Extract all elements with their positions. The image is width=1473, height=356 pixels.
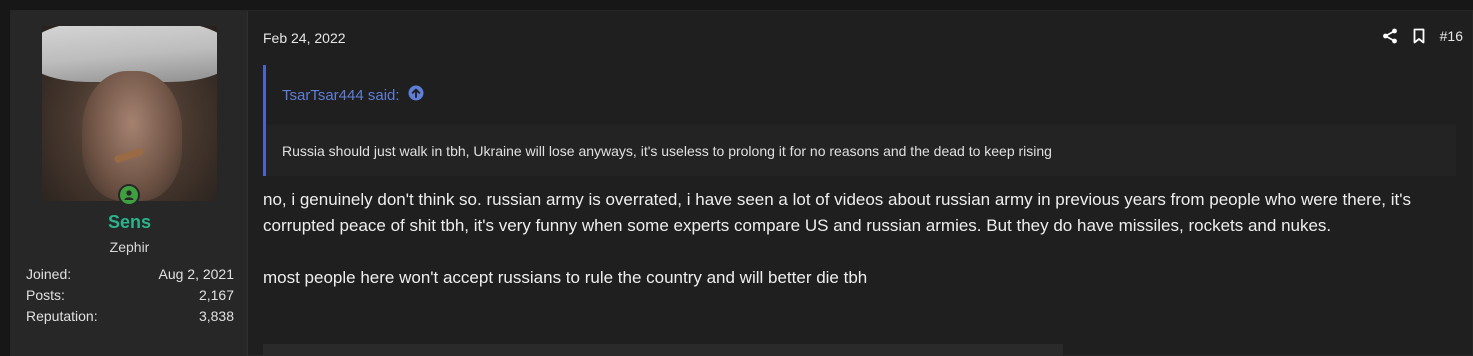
- user-title: Zephir: [109, 239, 150, 255]
- stat-value: 3,838: [198, 308, 234, 324]
- quote-block: TsarTsar444 said: Russia should just wal…: [263, 65, 1456, 176]
- stat-value: Aug 2, 2021: [158, 266, 234, 282]
- quote-text: Russia should just walk in tbh, Ukraine …: [266, 125, 1456, 176]
- message-paragraph: most people here won't accept russians t…: [263, 268, 868, 287]
- post-content: Feb 24, 2022 #16 TsarTsar444 said: Russi…: [263, 11, 1463, 356]
- post-date[interactable]: Feb 24, 2022: [263, 30, 346, 46]
- username[interactable]: Sens: [11, 212, 248, 233]
- post-message: no, i genuinely don't think so. russian …: [263, 187, 1463, 317]
- stat-value: 2,167: [198, 287, 234, 303]
- stat-label: Joined:: [26, 266, 72, 282]
- quote-author[interactable]: TsarTsar444 said:: [282, 87, 400, 104]
- message-paragraph: no, i genuinely don't think so. russian …: [263, 190, 1411, 235]
- quote-header: TsarTsar444 said:: [266, 65, 1456, 125]
- arrow-up-circle-icon[interactable]: [408, 85, 424, 105]
- post-actions: #16: [1382, 28, 1463, 44]
- share-icon[interactable]: [1382, 28, 1398, 44]
- user-online-icon: [118, 184, 140, 206]
- stat-label: Reputation:: [26, 308, 98, 324]
- user-info-panel: Sens Zephir Joined: Aug 2, 2021 Posts: 2…: [11, 11, 248, 356]
- stat-posts: Posts: 2,167: [26, 285, 234, 306]
- user-stats: Joined: Aug 2, 2021 Posts: 2,167 Reputat…: [26, 264, 234, 327]
- stat-label: Posts:: [26, 287, 65, 303]
- avatar[interactable]: [42, 26, 217, 201]
- post-container: Sens Zephir Joined: Aug 2, 2021 Posts: 2…: [10, 10, 1473, 356]
- bookmark-icon[interactable]: [1412, 28, 1426, 44]
- signature-block: [263, 344, 1063, 356]
- post-number[interactable]: #16: [1440, 28, 1463, 44]
- stat-reputation: Reputation: 3,838: [26, 306, 234, 327]
- stat-joined: Joined: Aug 2, 2021: [26, 264, 234, 285]
